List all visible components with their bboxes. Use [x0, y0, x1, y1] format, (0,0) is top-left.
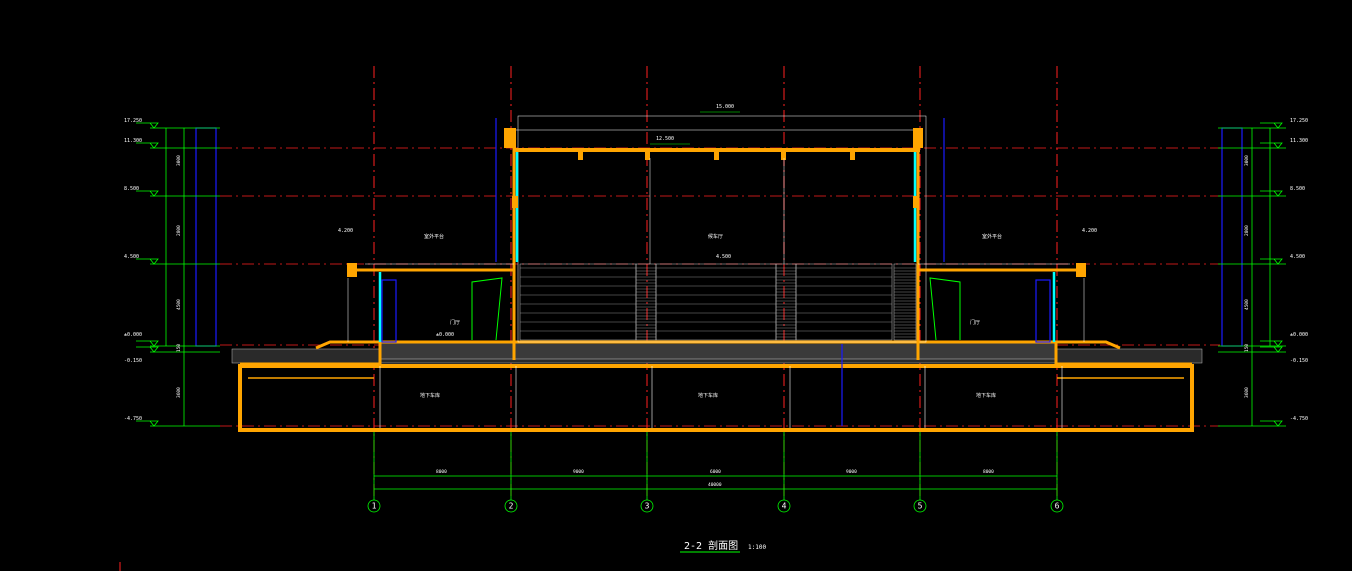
- room-label: 室外平台: [982, 233, 1002, 240]
- stair-band: [635, 263, 657, 341]
- right-platform: [918, 263, 1086, 343]
- bottom-dimensions: [373, 432, 1058, 500]
- elevation-marker: [1260, 122, 1283, 129]
- stair-band: [519, 263, 637, 341]
- room-label: ±0.000: [436, 332, 454, 338]
- elevation-marker: [136, 190, 159, 197]
- elevation-label: -0.150: [124, 358, 142, 364]
- basement-columns: [379, 366, 1063, 428]
- dimension-label: 8000: [983, 469, 994, 475]
- axis-label: 5: [918, 502, 923, 511]
- axis-label: 3: [645, 502, 650, 511]
- elevation-labels-right: 17.250 11.300 8.500 4.500 ±0.000 -0.150 …: [1290, 118, 1308, 422]
- elevation-label: 11.300: [1290, 138, 1308, 144]
- bottom-dimension-labels: 8000 9000 6000 9000 8000 40000: [436, 469, 994, 488]
- drawing-title-text: 2-2 剖面图: [684, 539, 738, 552]
- room-label: 门厅: [970, 319, 980, 326]
- dimension-label: 2800: [176, 225, 182, 236]
- room-label: 地下车库: [976, 392, 996, 399]
- elevation-label: 4.200: [1082, 228, 1097, 234]
- elevation-label: 17.250: [1290, 118, 1308, 124]
- axis-label: 1: [372, 502, 377, 511]
- stair-band: [655, 263, 777, 341]
- elevation-label: 11.300: [124, 138, 142, 144]
- dimension-label: 4500: [1244, 299, 1250, 310]
- drawing-scale-text: 1:100: [748, 544, 766, 551]
- elevation-label: 4.200: [338, 228, 353, 234]
- elevation-label: 4.500: [716, 254, 731, 260]
- room-label: 室外平台: [424, 233, 444, 240]
- vertical-dimension-labels-left: 3000 2800 4500 150 3600: [176, 155, 182, 398]
- vertical-dimension-labels-right: 3000 2800 4500 150 3600: [1244, 155, 1250, 398]
- elevation-marker: [136, 346, 159, 353]
- room-label: 门厅: [450, 319, 460, 326]
- stair-band: [795, 263, 893, 341]
- elevation-label: 17.250: [124, 118, 142, 124]
- elevation-label: 4.500: [1290, 254, 1305, 260]
- elevation-label: 8.500: [124, 186, 139, 192]
- dimension-label: 3600: [176, 387, 182, 398]
- drawing-title: 2-2 剖面图 1:100: [680, 539, 766, 553]
- dimension-label: 2800: [1244, 225, 1250, 236]
- stair-band: [893, 263, 917, 341]
- elevation-label: 12.500: [656, 136, 674, 142]
- room-label: 地下车库: [420, 392, 440, 399]
- section-drawing: 17.250 11.300 8.500 4.500 ±0.000 -0.150 …: [119, 66, 1308, 571]
- elevation-labels-left: 17.250 11.300 8.500 4.500 ±0.000 -0.150 …: [124, 118, 142, 422]
- elevation-marker: [1260, 190, 1283, 197]
- dimension-total-label: 40000: [708, 482, 722, 488]
- level-lines: [220, 147, 1220, 427]
- axis-lines: [373, 66, 1058, 500]
- dimension-label: 6000: [710, 469, 721, 475]
- elevation-label: 4.500: [124, 254, 139, 260]
- dimension-label: 9000: [573, 469, 584, 475]
- axis-label: 4: [782, 502, 787, 511]
- dimension-label: 150: [176, 344, 182, 352]
- elevation-ruler-right: [1218, 127, 1286, 427]
- elevation-marker: [1260, 420, 1283, 427]
- axis-label: 6: [1055, 502, 1060, 511]
- axis-label: 2: [509, 502, 514, 511]
- dimension-label: 3000: [1244, 155, 1250, 166]
- left-platform: [347, 263, 514, 343]
- elevation-marker: [1260, 340, 1283, 347]
- elevation-marker: [1260, 258, 1283, 265]
- dimension-label: 3600: [1244, 387, 1250, 398]
- elevation-label: ±0.000: [124, 332, 142, 338]
- dimension-label: 4500: [176, 299, 182, 310]
- elevation-marker: [136, 258, 159, 265]
- dimension-label: 150: [1244, 344, 1250, 352]
- dimension-label: 8000: [436, 469, 447, 475]
- dimension-label: 9000: [846, 469, 857, 475]
- elevation-label: ±0.000: [1290, 332, 1308, 338]
- elevation-label: -4.750: [124, 416, 142, 422]
- room-label: 地下车库: [698, 392, 718, 399]
- elevation-label: -0.150: [1290, 358, 1308, 364]
- elevation-marker: [136, 340, 159, 347]
- elevation-markers: [136, 122, 1283, 427]
- elevation-label: 8.500: [1290, 186, 1305, 192]
- elevation-marker: [1260, 142, 1283, 149]
- stair-bands: [519, 263, 917, 341]
- cad-canvas: 17.250 11.300 8.500 4.500 ±0.000 -0.150 …: [0, 0, 1352, 571]
- elevation-ruler-left: [150, 127, 220, 427]
- dimension-label: 3000: [176, 155, 182, 166]
- elevation-marker: [1260, 346, 1283, 353]
- elevation-label: -4.750: [1290, 416, 1308, 422]
- axis-bubbles: 1 2 3 4 5 6: [367, 499, 1064, 513]
- room-label: 候车厅: [708, 233, 723, 240]
- elevation-label: 15.000: [716, 104, 734, 110]
- stair-band: [775, 263, 797, 341]
